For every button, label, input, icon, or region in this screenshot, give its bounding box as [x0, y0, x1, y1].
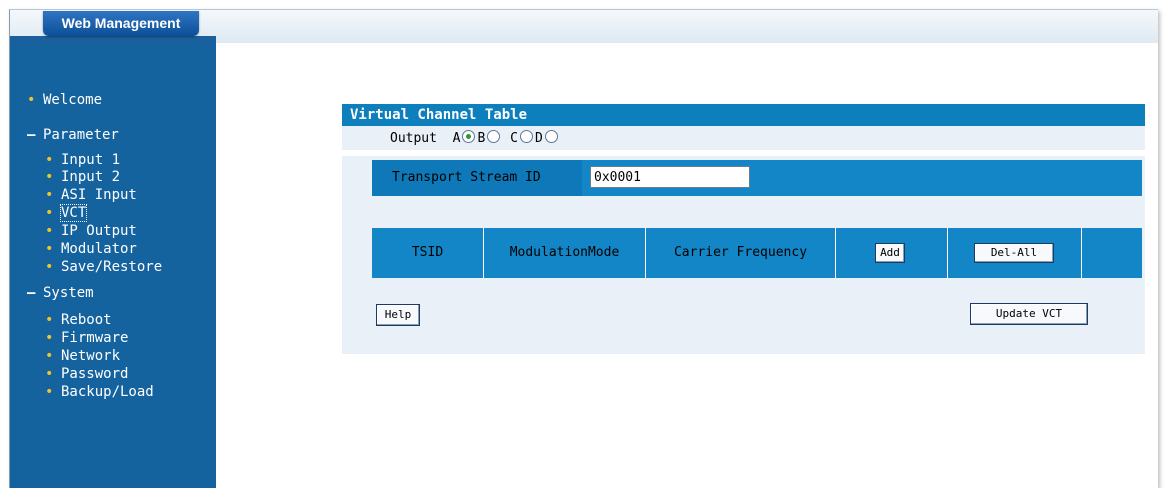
bullet-icon: • [45, 312, 54, 328]
add-cell: Add [836, 228, 948, 278]
bullet-icon: • [45, 348, 54, 364]
app-window: Web Management • Welcome – Parameter • Inpu… [9, 9, 1158, 488]
sidebar-item-label: ASI Input [61, 187, 137, 203]
output-selector: Output A B C D [390, 129, 560, 149]
sidebar-item-ip-output[interactable]: • IP Output [45, 221, 137, 241]
vct-table-header: TSID ModulationMode Carrier Frequency Ad… [372, 228, 1142, 278]
output-option-c-label: C [510, 131, 518, 146]
collapse-icon: – [27, 285, 36, 301]
sidebar-item-reboot[interactable]: • Reboot [45, 310, 112, 330]
bullet-icon: • [27, 92, 36, 108]
bullet-icon: • [45, 366, 54, 382]
del-all-cell: Del-All [948, 228, 1082, 278]
sidebar-item-label: Backup/Load [61, 384, 154, 400]
output-radio-b[interactable] [487, 130, 501, 143]
sidebar-item-save-restore[interactable]: • Save/Restore [45, 257, 162, 277]
bullet-icon: • [45, 169, 54, 185]
sidebar-item-label: Modulator [61, 241, 137, 257]
output-radio-c[interactable] [519, 130, 533, 143]
help-button[interactable]: Help [376, 304, 420, 326]
sidebar-group-parameter[interactable]: – Parameter [27, 125, 119, 145]
collapse-icon: – [27, 127, 36, 143]
sidebar-item-label: IP Output [61, 223, 137, 239]
vct-panel: Virtual Channel Table Output A B C D Trans… [342, 104, 1145, 354]
sidebar-item-modulator[interactable]: • Modulator [45, 239, 137, 259]
sidebar-item-firmware[interactable]: • Firmware [45, 328, 128, 348]
sidebar-item-label: Reboot [61, 312, 112, 328]
column-header-modulation: ModulationMode [484, 228, 646, 278]
column-header-tsid: TSID [372, 228, 484, 278]
output-radio-a[interactable] [462, 130, 476, 143]
bullet-icon: • [45, 259, 54, 275]
sidebar-item-label: Save/Restore [61, 259, 163, 275]
bullet-icon: • [45, 187, 54, 203]
divider [342, 150, 1145, 156]
sidebar-item-backup-load[interactable]: • Backup/Load [45, 382, 154, 402]
bullet-icon: • [45, 384, 54, 400]
transport-stream-label: Transport Stream ID [372, 160, 582, 196]
sidebar-item-welcome[interactable]: • Welcome [27, 90, 102, 110]
transport-stream-id-input[interactable] [590, 166, 750, 188]
brand-underline [10, 36, 216, 43]
update-vct-button[interactable]: Update VCT [970, 303, 1088, 325]
bullet-icon: • [45, 205, 54, 221]
panel-title: Virtual Channel Table [342, 104, 1145, 126]
output-option-b-label: B [477, 131, 486, 146]
transport-stream-row: Transport Stream ID [372, 160, 1142, 196]
bullet-icon: • [45, 330, 54, 346]
brand-title: Web Management [43, 11, 199, 36]
sidebar-item-label: Welcome [43, 92, 103, 108]
bullet-icon: • [45, 241, 54, 257]
sidebar-group-system[interactable]: – System [27, 283, 94, 303]
del-all-button[interactable]: Del-All [974, 243, 1054, 263]
sidebar-group-label: System [43, 285, 94, 301]
output-label: Output [390, 131, 437, 146]
output-option-d-label: D [534, 131, 543, 146]
sidebar: • Welcome – Parameter • Input 1 • Input 2 • A… [10, 43, 216, 488]
add-button[interactable]: Add [875, 243, 905, 263]
column-header-carrier-frequency: Carrier Frequency [646, 228, 836, 278]
bullet-icon: • [45, 223, 54, 239]
sidebar-item-label: Input 1 [61, 152, 121, 168]
sidebar-item-label: Firmware [61, 330, 129, 346]
top-bar: Web Management [10, 10, 1158, 44]
sidebar-item-label: Network [61, 348, 121, 364]
sidebar-item-asi-input[interactable]: • ASI Input [45, 185, 137, 205]
sidebar-item-password[interactable]: • Password [45, 364, 128, 384]
sidebar-item-network[interactable]: • Network [45, 346, 120, 366]
main-content: Virtual Channel Table Output A B C D Trans… [216, 43, 1158, 488]
output-radio-d[interactable] [544, 130, 558, 143]
sidebar-item-label: Password [61, 366, 129, 382]
sidebar-item-vct[interactable]: • VCT [45, 203, 88, 223]
output-option-a-label: A [452, 131, 461, 146]
sidebar-item-label: Input 2 [61, 169, 121, 185]
sidebar-item-input-2[interactable]: • Input 2 [45, 167, 120, 187]
sidebar-item-label: VCT [59, 204, 88, 222]
sidebar-group-label: Parameter [43, 127, 119, 143]
